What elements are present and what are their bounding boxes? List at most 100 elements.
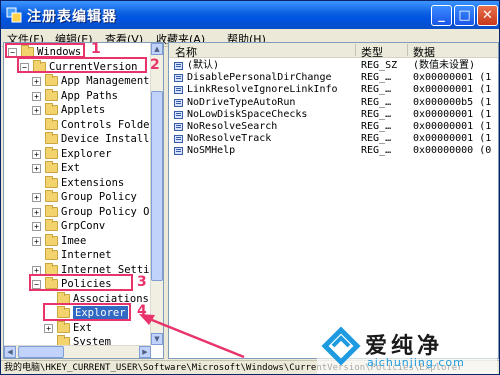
expand-icon[interactable]: + <box>32 77 41 86</box>
close-button[interactable]: ✕ <box>477 5 498 26</box>
highlight-box-currentversion <box>17 57 147 73</box>
title-bar[interactable]: 注册表编辑器 _ □ ✕ <box>1 1 499 29</box>
value-row[interactable]: NoResolveSearch REG_… 0x00000001 (1 <box>169 121 498 133</box>
highlight-box-explorer <box>43 303 131 321</box>
maximize-button[interactable]: □ <box>454 5 475 26</box>
folder-icon <box>45 248 58 260</box>
tree-item[interactable]: Controls Folde: <box>4 117 156 132</box>
value-row[interactable]: NoResolveTrack REG_… 0x00000001 (1 <box>169 133 498 145</box>
value-type: REG_… <box>361 121 392 132</box>
list-header: 名称 类型 数据 <box>169 43 498 60</box>
folder-icon <box>45 88 58 101</box>
scroll-down-icon[interactable]: ▼ <box>151 333 163 345</box>
expand-icon[interactable]: + <box>32 236 41 246</box>
watermark-url: aichunjing.com <box>367 356 465 369</box>
value-type: REG_SZ <box>361 60 398 71</box>
value-name: LinkResolveIgnoreLinkInfo <box>187 84 338 96</box>
tree-item[interactable]: + App Management <box>4 74 151 88</box>
tree-hscroll-thumb[interactable] <box>18 346 64 358</box>
value-name: NoResolveSearch <box>187 121 278 132</box>
value-row[interactable]: NoSMHelp REG_… 0x00000000 (0 <box>169 145 498 157</box>
column-name-header[interactable]: 名称 <box>175 44 197 60</box>
column-data-header[interactable]: 数据 <box>413 44 435 60</box>
registry-app-icon <box>6 7 22 23</box>
value-name: (默认) <box>187 60 220 71</box>
registry-value-icon <box>174 86 183 95</box>
tree-item-label: Applets <box>61 104 106 116</box>
tree-item-label: App Paths <box>61 89 118 102</box>
tree-item-label: Ext <box>61 162 80 174</box>
tree-item[interactable]: + App Paths <box>4 88 151 103</box>
value-data: 0x00000001 (1 <box>413 133 492 145</box>
folder-icon <box>45 74 58 86</box>
tree-item[interactable]: + Imee <box>4 233 151 248</box>
folder-icon <box>45 132 58 144</box>
value-data: 0x00000000 (0 <box>413 145 492 157</box>
registry-value-icon <box>174 135 183 144</box>
value-name: DisablePersonalDirChange <box>187 72 332 84</box>
tree-horizontal-scrollbar[interactable]: ◀ ▶ <box>4 345 151 358</box>
close-icon: ✕ <box>482 8 493 23</box>
tree-scroll-thumb[interactable] <box>151 91 163 281</box>
expand-icon[interactable]: + <box>32 106 41 115</box>
folder-icon <box>45 161 58 173</box>
value-type: REG_… <box>361 96 392 108</box>
folder-icon <box>45 262 58 275</box>
value-row[interactable]: (默认) REG_SZ (数值未设置) <box>169 60 498 72</box>
expand-icon[interactable]: + <box>32 207 41 217</box>
expand-icon[interactable]: + <box>32 222 41 231</box>
value-type: REG_… <box>361 72 392 84</box>
value-data: (数值未设置) <box>413 60 476 71</box>
value-name: NoSMHelp <box>187 145 236 157</box>
folder-icon <box>45 219 58 231</box>
expand-icon[interactable]: + <box>32 91 41 101</box>
expand-icon[interactable]: + <box>32 164 41 173</box>
tree-item[interactable]: + Applets <box>4 103 151 117</box>
minimize-button[interactable]: _ <box>431 5 452 26</box>
tree-item-label: GrpConv <box>61 220 106 232</box>
expand-icon[interactable]: + <box>44 323 53 333</box>
value-data: 0x00000001 (1 <box>413 84 492 96</box>
tree-item[interactable]: + Ext <box>4 320 151 335</box>
tree-item-label: App Management <box>61 75 150 87</box>
expand-icon[interactable]: + <box>32 149 41 159</box>
scroll-right-icon[interactable]: ▶ <box>139 346 151 358</box>
tree-item[interactable]: Extensions <box>4 175 151 190</box>
folder-icon <box>45 190 58 202</box>
window-title: 注册表编辑器 <box>27 9 117 25</box>
tree-item-label: Extensions <box>61 176 125 189</box>
tree-item[interactable]: + Explorer <box>4 146 151 161</box>
tree-item-label: Internet <box>61 249 112 261</box>
value-data: 0x00000001 (1 <box>413 121 492 132</box>
tree-item-label: Imee <box>61 234 87 247</box>
highlight-box-policies <box>29 274 133 291</box>
tree-vertical-scrollbar[interactable]: ▲ ▼ <box>150 43 163 345</box>
tree-item[interactable]: Device Installe <box>4 132 156 146</box>
registry-editor-window: 注册表编辑器 _ □ ✕ 文件(F) 编辑(E) 查看(V) 收藏夹(A) 帮助… <box>0 0 500 375</box>
registry-value-icon <box>174 62 183 70</box>
scroll-up-icon[interactable]: ▲ <box>151 43 163 55</box>
tree-item-label: Controls Folde: <box>61 118 156 131</box>
column-divider[interactable] <box>407 44 408 56</box>
column-type-header[interactable]: 类型 <box>361 44 383 60</box>
tree-item[interactable]: + Group Policy <box>4 190 151 204</box>
folder-icon <box>45 146 58 159</box>
tree-item[interactable]: + Group Policy Ol <box>4 204 156 219</box>
tree-item[interactable]: Internet <box>4 248 151 262</box>
value-row[interactable]: DisablePersonalDirChange REG_… 0x00000001 … <box>169 72 498 84</box>
value-data: 0x00000001 (1 <box>413 108 492 120</box>
value-row[interactable]: NoDriveTypeAutoRun REG_… 0x000000b5 (1 <box>169 96 498 109</box>
value-name: NoResolveTrack <box>187 133 272 145</box>
scroll-left-icon[interactable]: ◀ <box>4 346 16 358</box>
value-type: REG_… <box>361 133 392 145</box>
value-row[interactable]: NoLowDiskSpaceChecks REG_… 0x00000001 (1 <box>169 108 498 121</box>
tree-item[interactable]: + Ext <box>4 161 151 175</box>
expand-icon[interactable]: + <box>32 193 41 202</box>
folder-icon <box>57 291 70 304</box>
tree-item[interactable]: + GrpConv <box>4 219 151 233</box>
watermark: 爱纯净 aichunjing.com <box>317 322 497 374</box>
value-row[interactable]: LinkResolveIgnoreLinkInfo REG_… 0x00000001… <box>169 84 498 96</box>
column-divider[interactable] <box>355 44 356 56</box>
values-list-pane[interactable]: 名称 类型 数据 (默认) REG_SZ (数值未设置) DisablePersona… <box>168 42 499 359</box>
minimize-icon: _ <box>438 8 445 23</box>
